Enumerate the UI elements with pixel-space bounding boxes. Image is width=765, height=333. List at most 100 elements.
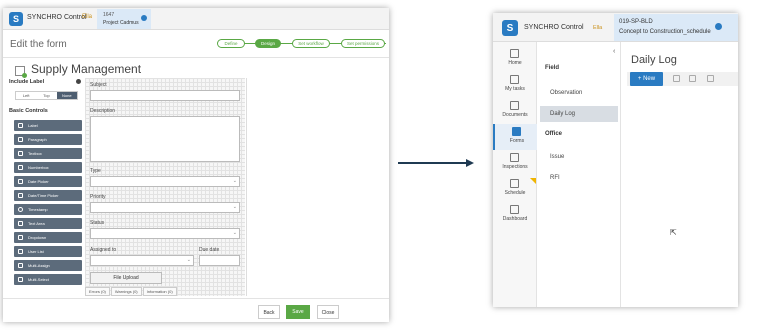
control-label-text: Label — [28, 123, 38, 128]
step-set-permissions[interactable]: Set permissions — [341, 39, 385, 48]
assigned-to-dropdown[interactable]: ⌄ — [90, 255, 194, 266]
validation-tabs: Errors (0) Warnings (0) Information (0) — [85, 287, 178, 296]
priority-dropdown[interactable]: ⌄ — [90, 202, 240, 213]
dropdown-icon — [18, 235, 23, 240]
description-field[interactable] — [90, 116, 240, 162]
project-selector[interactable]: 019-SP-BLD Concept to Construction_sched… — [614, 14, 738, 41]
control-paragraph[interactable]: Paragraph — [14, 134, 82, 145]
control-label-text: Multi-Select — [28, 277, 49, 282]
info-icon[interactable] — [715, 23, 722, 30]
control-label-text: Date/Time Picker — [28, 193, 59, 198]
chevron-left-icon[interactable]: ‹ — [613, 48, 615, 55]
priority-label: Priority — [90, 194, 106, 200]
new-button[interactable]: + New — [630, 72, 663, 86]
main-nav: Home My tasks Documents Forms Inspection… — [493, 42, 537, 307]
tab-warnings[interactable]: Warnings (0) — [110, 287, 142, 296]
due-date-field[interactable] — [199, 255, 240, 266]
close-button[interactable]: Close — [317, 305, 339, 319]
multi-assign-icon — [18, 263, 23, 268]
main-content: Daily Log + New ⇱ — [622, 42, 738, 307]
step-design[interactable]: Design — [255, 39, 281, 48]
control-label-text: Text Area — [28, 221, 45, 226]
project-name: Concept to Construction_schedule — [619, 29, 711, 35]
control-multi-select[interactable]: Multi-Select — [14, 274, 82, 285]
control-numberbox[interactable]: Numberbox — [14, 162, 82, 173]
sort-icon[interactable] — [707, 75, 714, 82]
nav-forms[interactable]: Forms — [493, 124, 537, 150]
nav-my-tasks[interactable]: My tasks — [493, 72, 537, 98]
save-button[interactable]: Save — [286, 305, 310, 319]
chevron-down-icon: ⌄ — [232, 204, 237, 210]
page-header: Edit the form Define Design Set workflow… — [3, 30, 389, 58]
list-item-observation[interactable]: Observation — [540, 85, 618, 101]
status-label: Status — [90, 220, 105, 226]
textbox-icon — [18, 151, 23, 156]
info-icon[interactable] — [141, 15, 147, 21]
control-dropdown[interactable]: Dropdown — [14, 232, 82, 243]
home-icon — [510, 49, 519, 58]
status-dropdown[interactable]: ⌄ — [90, 228, 240, 239]
form-canvas[interactable]: Subject Description Type ⌄ Priority ⌄ St… — [85, 78, 245, 296]
file-upload-button[interactable]: File Upload — [90, 272, 162, 284]
control-label-text: Dropdown — [28, 235, 47, 240]
user-menu[interactable]: Ella — [82, 14, 92, 20]
control-date-time-picker[interactable]: Date/Time Picker — [14, 190, 82, 201]
subject-field[interactable] — [90, 90, 240, 101]
tab-errors[interactable]: Errors (0) — [85, 287, 110, 296]
control-label[interactable]: Label — [14, 120, 82, 131]
synchro-logo-icon: S — [502, 20, 518, 36]
user-menu[interactable]: Ella — [593, 25, 602, 31]
step-define[interactable]: Define — [217, 39, 245, 48]
control-user-list[interactable]: User List — [14, 246, 82, 257]
control-text-area[interactable]: Text Area — [14, 218, 82, 229]
include-label-top[interactable]: Top — [36, 92, 56, 99]
app-name: SYNCHRO Control — [524, 24, 584, 31]
include-label-none[interactable]: None — [56, 92, 77, 99]
control-label-text: Textbox — [28, 151, 42, 156]
include-label-left[interactable]: Left — [16, 92, 36, 99]
type-label: Type — [90, 168, 101, 174]
list-item-daily-log[interactable]: Daily Log — [540, 106, 618, 122]
control-multi-assign[interactable]: Multi-Assign — [14, 260, 82, 271]
nav-dashboard[interactable]: Dashboard — [493, 202, 537, 228]
flag-icon — [530, 178, 536, 184]
synchro-logo-icon: S — [9, 12, 23, 26]
tab-information[interactable]: Information (0) — [142, 287, 177, 296]
info-icon[interactable] — [76, 79, 81, 84]
back-button[interactable]: Back — [258, 305, 280, 319]
type-dropdown[interactable]: ⌄ — [90, 176, 240, 187]
transition-arrow-icon — [398, 159, 474, 167]
control-textbox[interactable]: Textbox — [14, 148, 82, 159]
nav-documents[interactable]: Documents — [493, 98, 537, 124]
dashboard-icon — [510, 205, 519, 214]
control-timestamp[interactable]: Timestamp — [14, 204, 82, 215]
control-date-picker[interactable]: Date Picker — [14, 176, 82, 187]
nav-home[interactable]: Home — [493, 46, 537, 72]
page-title: Daily Log — [631, 54, 677, 66]
form-type-list: ‹ Field Observation Daily Log Office Iss… — [537, 42, 621, 307]
search-icon[interactable] — [689, 75, 696, 82]
list-item-issue[interactable]: Issue — [540, 149, 618, 165]
inbox-icon — [510, 75, 519, 84]
nav-schedule[interactable]: Schedule — [493, 176, 537, 202]
nav-inspections[interactable]: Inspections — [493, 150, 537, 176]
nav-label: Forms — [509, 138, 525, 144]
text-area-icon — [18, 221, 23, 226]
list-item-rfi[interactable]: RFI — [540, 170, 618, 186]
step-set-workflow[interactable]: Set workflow — [292, 39, 330, 48]
subject-label: Subject — [90, 82, 107, 88]
control-label-text: Paragraph — [28, 137, 47, 142]
nav-label: Home — [508, 60, 522, 66]
title-bar: S SYNCHRO Control Ella 019-SP-BLD Concep… — [493, 13, 738, 42]
filter-icon[interactable] — [673, 75, 680, 82]
nav-label: Documents — [502, 112, 528, 118]
footer-bar: Back Save Close — [3, 298, 389, 322]
chevron-down-icon: ⌄ — [232, 230, 237, 236]
app-name: SYNCHRO Control — [27, 14, 87, 21]
calendar-clock-icon — [18, 193, 23, 198]
form-designer-window: S SYNCHRO Control Ella 1647 Project Cadm… — [3, 8, 389, 322]
due-date-label: Due date — [199, 247, 220, 253]
project-code: 019-SP-BLD — [619, 19, 653, 25]
project-name: Project Cadmus — [103, 20, 139, 26]
project-selector[interactable]: 1647 Project Cadmus — [97, 9, 151, 29]
